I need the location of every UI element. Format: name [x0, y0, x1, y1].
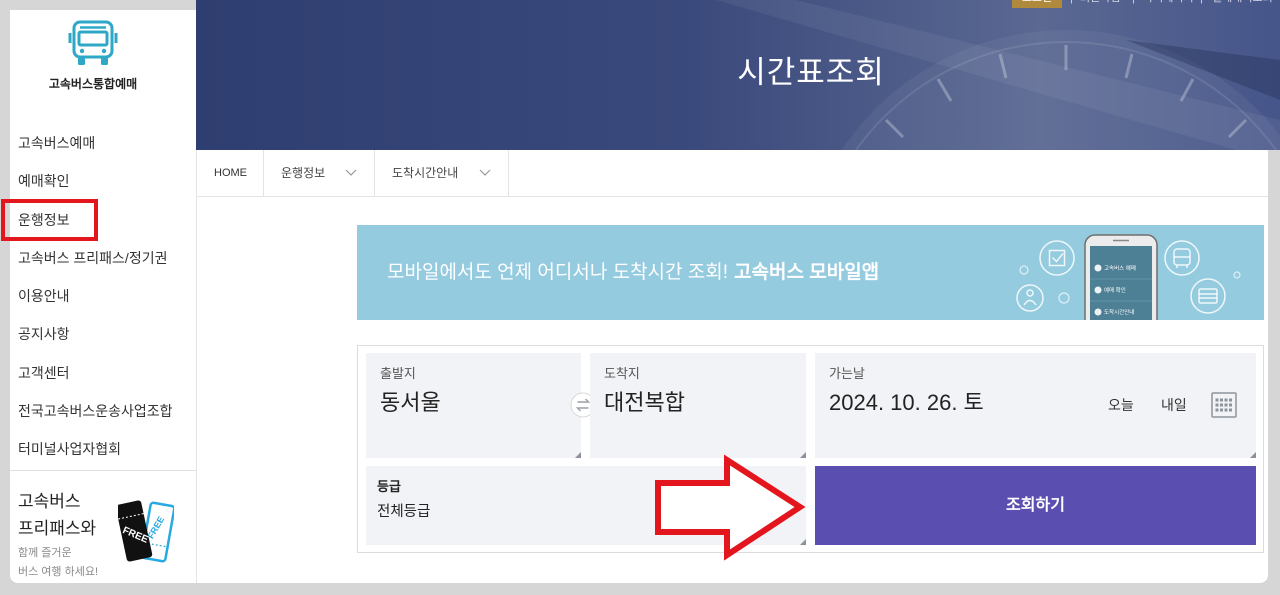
- date-value: 2024. 10. 26. 토: [829, 390, 984, 415]
- breadcrumb-dropdown-operation-info[interactable]: 운행정보: [281, 150, 361, 196]
- right-arrow-icon: [655, 454, 806, 561]
- breadcrumb: HOME 운행정보 도착시간안내: [197, 150, 1268, 197]
- breadcrumb-divider: [263, 150, 264, 196]
- sidebar-item-notices[interactable]: 공지사항: [10, 315, 196, 353]
- today-button[interactable]: 오늘: [1108, 395, 1134, 415]
- site-logo[interactable]: 고속버스통합예매: [10, 10, 176, 110]
- sidebar-menu: 고속버스예매 예매확인 운행정보 고속버스 프리패스/정기권 이용안내 공지사항…: [10, 124, 196, 469]
- sidebar-item-reservation-check[interactable]: 예매확인: [10, 162, 196, 200]
- mobile-app-banner[interactable]: 모바일에서도 언제 어디서나 도착시간 조회! 고속버스 모바일앱 고속버스 예…: [357, 225, 1264, 320]
- chevron-down-icon: [479, 169, 491, 176]
- sidebar-item-terminal-association[interactable]: 터미널사업자협회: [10, 430, 196, 468]
- utility-bar: 로그인 | 회원가입 | 마이페이지 | 결제내역조회: [1000, 0, 1280, 8]
- breadcrumb-label: 운행정보: [281, 166, 326, 180]
- search-submit-button[interactable]: 조회하기: [815, 466, 1256, 545]
- sidebar-item-bus-association[interactable]: 전국고속버스운송사업조합: [10, 392, 196, 430]
- arrival-value: 대전복합: [604, 390, 685, 415]
- promo-sub-line: 함께 즐거운: [18, 547, 72, 559]
- grade-label: 등급: [377, 479, 401, 494]
- breadcrumb-label: 도착시간안내: [392, 166, 459, 180]
- phone-menu-item: 고속버스 예매: [1104, 264, 1136, 272]
- free-ticket-icon: FREE FREE: [118, 500, 174, 563]
- banner-illustration: 고속버스 예매 예매 확인 도착시간안내: [1016, 234, 1241, 320]
- sidebar-item-guide[interactable]: 이용안내: [10, 277, 196, 315]
- departure-value: 동서울: [380, 390, 441, 415]
- freepass-promo[interactable]: 고속버스 프리패스와 함께 즐거운 버스 여행 하세요! FREE FREE: [10, 480, 196, 583]
- person-icon: [1016, 284, 1044, 312]
- page-header: 시간표조회: [196, 0, 1280, 150]
- chevron-down-icon: [345, 169, 357, 176]
- departure-field[interactable]: 출발지 동서울: [366, 353, 581, 458]
- breadcrumb-divider: [374, 150, 375, 196]
- promo-title: 고속버스 프리패스와: [18, 488, 96, 542]
- login-button[interactable]: 로그인: [1012, 0, 1062, 8]
- grade-value: 전체등급: [377, 504, 431, 520]
- sidebar: 고속버스통합예매 고속버스예매 예매확인 운행정보 고속버스 프리패스/정기권 …: [10, 10, 197, 583]
- bus-icon: [68, 20, 118, 65]
- payment-history-link[interactable]: 결제내역조회: [1212, 0, 1273, 8]
- sidebar-item-freepass[interactable]: 고속버스 프리패스/정기권: [10, 239, 196, 277]
- sidebar-item-reservation[interactable]: 고속버스예매: [10, 124, 196, 162]
- bus-icon: [1164, 240, 1200, 276]
- date-label: 가는날: [829, 366, 865, 381]
- utility-separator: |: [1200, 0, 1203, 8]
- banner-text: 모바일에서도 언제 어디서나 도착시간 조회! 고속버스 모바일앱: [387, 225, 879, 320]
- breadcrumb-divider: [508, 150, 509, 196]
- sidebar-divider: [10, 470, 196, 471]
- promo-title-line: 프리패스와: [18, 519, 97, 538]
- promo-sub-line: 버스 여행 하세요!: [18, 566, 99, 578]
- phone-menu-item: 도착시간안내: [1104, 308, 1134, 316]
- breadcrumb-dropdown-arrival-time[interactable]: 도착시간안내: [392, 150, 492, 196]
- promo-title-line: 고속버스: [18, 492, 81, 511]
- banner-app-name: 고속버스 모바일앱: [734, 262, 880, 283]
- arrival-field[interactable]: 도착지 대전복합: [590, 353, 806, 458]
- phone-menu-item: 예매 확인: [1104, 286, 1126, 294]
- breadcrumb-home[interactable]: HOME: [214, 150, 247, 196]
- sidebar-item-customer-center[interactable]: 고객센터: [10, 354, 196, 392]
- banner-message: 모바일에서도 언제 어디서나 도착시간 조회!: [387, 262, 729, 283]
- check-icon: [1039, 240, 1075, 276]
- mypage-link[interactable]: 마이페이지: [1143, 0, 1194, 8]
- departure-label: 출발지: [380, 366, 416, 381]
- page-title: 시간표조회: [737, 55, 885, 90]
- tomorrow-button[interactable]: 내일: [1161, 395, 1187, 415]
- signup-link[interactable]: 회원가입: [1080, 0, 1120, 8]
- arrival-label: 도착지: [604, 366, 640, 381]
- logo-text: 고속버스통합예매: [48, 77, 138, 91]
- phone-mockup: 고속버스 예매 예매 확인 도착시간안내: [1084, 234, 1158, 320]
- highlight-box: [1, 199, 98, 241]
- promo-subtitle: 함께 즐거운 버스 여행 하세요!: [18, 544, 98, 582]
- ticket-icon: [1190, 278, 1226, 314]
- timetable-search-panel: 출발지 동서울 도착지 대전복합 가는날 2024. 10. 26. 토 오늘 …: [357, 345, 1264, 553]
- departure-date-field[interactable]: 가는날 2024. 10. 26. 토 오늘 내일: [815, 353, 1256, 458]
- calendar-icon[interactable]: [1211, 392, 1237, 418]
- utility-separator: |: [1070, 0, 1073, 8]
- utility-separator: |: [1132, 0, 1135, 8]
